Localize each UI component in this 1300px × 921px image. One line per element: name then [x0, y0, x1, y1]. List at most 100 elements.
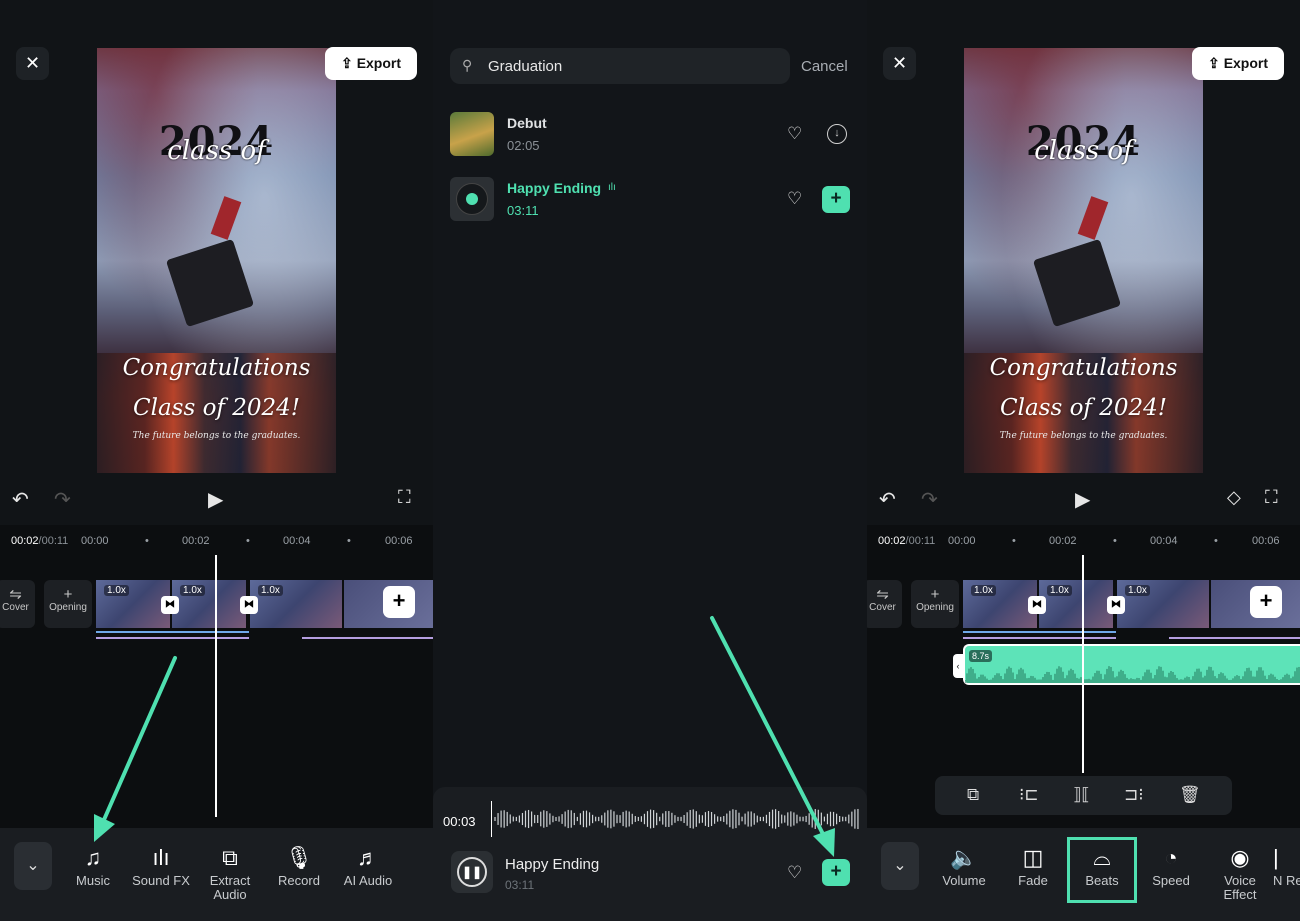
close-icon: ✕ — [24, 53, 41, 73]
opening-tile[interactable]: + Opening — [44, 580, 92, 628]
export-button[interactable]: ⇪ Export — [1192, 47, 1284, 80]
music-button[interactable]: ♫ Music — [59, 846, 127, 888]
speed-badge: 1.0x — [104, 585, 129, 596]
timeline[interactable]: ⇋ Cover + Opening 1.0x 1.0x 1.0x ⧓ ⧓ + — [0, 553, 433, 828]
microphone-icon: 🎙 — [285, 845, 313, 870]
timeline-ruler: 00:02/00:11 00:00 • 00:02 • 00:04 • 00:0… — [0, 525, 433, 553]
timeline-ruler: 00:02/00:11 00:00 • 00:02 • 00:04 • 00:0… — [867, 525, 1300, 553]
volume-button[interactable]: 🔈 Volume — [930, 846, 998, 888]
close-icon: ✕ — [891, 53, 908, 73]
music-player: 00:03 ❚❚ Happy Ending 03:11 ♡ + — [433, 787, 867, 921]
speed-badge: 1.0x — [180, 585, 205, 596]
track-thumbnail — [450, 112, 494, 156]
collapse-button[interactable]: ⌄ — [881, 842, 919, 890]
search-bar[interactable]: ⚲ Graduation — [450, 48, 790, 84]
extract-audio-icon: ⧉ — [222, 845, 238, 870]
upload-icon: ⇪ — [1207, 55, 1220, 71]
volume-icon: 🔈 — [950, 845, 978, 870]
speed-badge: 1.0x — [1125, 585, 1150, 596]
close-button[interactable]: ✕ — [16, 47, 49, 80]
transition-icon[interactable]: ⧓ — [240, 596, 258, 614]
speed-badge: 1.0x — [971, 585, 996, 596]
audio-waveform — [965, 666, 1300, 683]
undo-icon[interactable]: ↶ — [12, 487, 29, 512]
add-clip-button[interactable]: + — [1250, 586, 1282, 618]
fade-button[interactable]: ◫ Fade — [999, 846, 1067, 888]
cover-tile[interactable]: ⇋ Cover — [0, 580, 35, 628]
undo-icon[interactable]: ↶ — [879, 487, 896, 512]
waveform[interactable] — [491, 801, 863, 837]
cover-tile[interactable]: ⇋ Cover — [867, 580, 902, 628]
speed-button[interactable]: ◔ Speed — [1137, 846, 1205, 888]
play-icon[interactable]: ▶ — [208, 487, 223, 512]
play-icon[interactable]: ▶ — [1075, 487, 1090, 512]
add-music-button[interactable]: + — [822, 186, 850, 213]
transition-icon[interactable]: ⧓ — [1028, 596, 1046, 614]
extract-audio-button[interactable]: ⧉ Extract Audio — [196, 846, 264, 902]
music-note-icon: ♫ — [84, 845, 102, 870]
noise-reduction-button[interactable]: |N Rec — [1273, 846, 1300, 888]
plus-icon: + — [63, 586, 73, 603]
trim-handle-left[interactable]: ‹ — [953, 654, 963, 678]
add-music-button[interactable]: + — [822, 859, 850, 886]
fullscreen-icon[interactable]: ⛶ — [398, 487, 411, 508]
playhead[interactable] — [1082, 555, 1084, 773]
export-button[interactable]: ⇪ Export — [325, 47, 417, 80]
heart-icon[interactable]: ♡ — [787, 124, 802, 144]
player-current-time: 00:03 — [443, 814, 476, 829]
track-row[interactable]: Debut 02:05 ♡ ↓ — [450, 112, 850, 162]
heart-icon[interactable]: ♡ — [787, 189, 802, 209]
fade-icon: ◫ — [1022, 845, 1044, 870]
opening-tile[interactable]: + Opening — [911, 580, 959, 628]
search-input[interactable]: Graduation — [488, 58, 562, 75]
speed-icon: ◔ — [1164, 845, 1178, 870]
editor-panel-before: ✕ 2024 class of Congratulations Class of… — [0, 0, 433, 921]
split-icon[interactable]: ⟧⟦ — [1073, 785, 1090, 805]
close-button[interactable]: ✕ — [883, 47, 916, 80]
audio-clip-length: 8.7s — [969, 650, 993, 662]
preview-class-text: class of — [167, 136, 266, 166]
pause-button[interactable]: ❚❚ — [451, 851, 493, 893]
preview-congrats: Congratulations Class of 2024! — [122, 355, 311, 421]
delete-icon[interactable]: 🗑 — [1179, 785, 1201, 805]
music-search-panel: ⚲ Graduation Cancel Debut 02:05 ♡ ↓ Happ… — [433, 0, 867, 921]
clip-edit-bar: ⧉ ⁝⊏ ⟧⟦ ⊐⁝ 🗑 — [935, 776, 1232, 815]
transition-icon[interactable]: ⧓ — [1107, 596, 1125, 614]
duplicate-icon[interactable]: ⧉ — [967, 785, 979, 805]
heart-icon[interactable]: ♡ — [787, 863, 802, 883]
record-button[interactable]: 🎙 Record — [265, 846, 333, 888]
speed-badge: 1.0x — [258, 585, 283, 596]
fullscreen-icon[interactable]: ⛶ — [1265, 487, 1278, 508]
ai-audio-icon: ♬ — [357, 845, 379, 870]
add-clip-button[interactable]: + — [383, 586, 415, 618]
trim-start-icon[interactable]: ⁝⊏ — [1019, 785, 1039, 805]
audio-track-clip[interactable] — [963, 644, 1300, 685]
video-preview[interactable]: 2024 class of Congratulations Class of 2… — [964, 48, 1203, 473]
current-timecode: 00:02/00:11 — [878, 535, 936, 547]
preview-tagline: The future belongs to the graduates. — [132, 431, 301, 441]
cancel-button[interactable]: Cancel — [801, 58, 848, 75]
playing-bars-icon: ılı — [608, 182, 616, 193]
beats-highlight — [1067, 837, 1137, 903]
ai-audio-button[interactable]: ♬ AI Audio — [334, 846, 402, 888]
vinyl-thumbnail — [450, 177, 494, 221]
playhead[interactable] — [215, 555, 217, 817]
editor-panel-after: ✕ 2024 class of Congratulations Class of… — [867, 0, 1300, 921]
download-icon[interactable]: ↓ — [827, 124, 847, 144]
redo-icon[interactable]: ↷ — [54, 487, 71, 512]
track-row-selected[interactable]: Happy Ending ılı 03:11 ♡ + — [450, 177, 850, 227]
redo-icon[interactable]: ↷ — [921, 487, 938, 512]
preview-tagline: The future belongs to the graduates. — [999, 431, 1168, 441]
pause-icon: ❚❚ — [457, 857, 487, 887]
keyframe-icon[interactable]: ◇ — [1227, 487, 1241, 508]
preview-class-text: class of — [1034, 136, 1133, 166]
sound-fx-button[interactable]: ılı Sound FX — [127, 846, 195, 888]
collapse-button[interactable]: ⌄ — [14, 842, 52, 890]
preview-congrats: Congratulations Class of 2024! — [989, 355, 1178, 421]
upload-icon: ⇪ — [340, 55, 353, 71]
transition-icon[interactable]: ⧓ — [161, 596, 179, 614]
plus-icon: + — [930, 586, 940, 603]
trim-end-icon[interactable]: ⊐⁝ — [1124, 785, 1144, 805]
voice-effect-button[interactable]: ◉ Voice Effect — [1206, 846, 1274, 902]
video-preview[interactable]: 2024 class of Congratulations Class of 2… — [97, 48, 336, 473]
